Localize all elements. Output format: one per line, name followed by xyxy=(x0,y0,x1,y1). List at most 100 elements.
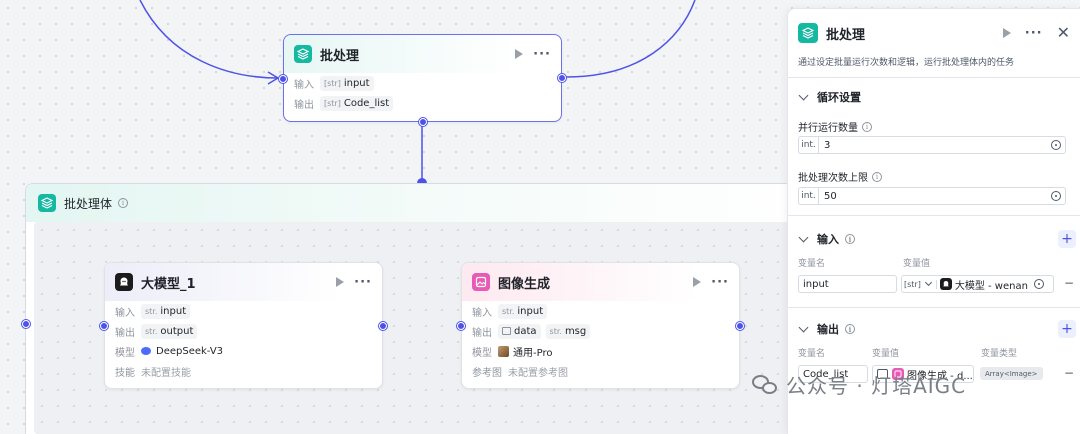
input-var-name-field[interactable]: input xyxy=(798,275,897,293)
remove-output-icon[interactable]: − xyxy=(1064,366,1074,380)
image-model-row: 模型 通用-Pro xyxy=(462,341,739,361)
layers-icon xyxy=(798,23,818,43)
llm-model-row: 模型 DeepSeek-V3 xyxy=(105,341,382,361)
remove-input-icon[interactable]: − xyxy=(1064,276,1074,290)
chevron-down-icon[interactable] xyxy=(798,90,809,100)
panel-description: 通过设定批量运行次数和逻辑，运行批处理体内的任务 xyxy=(798,58,1015,68)
batch-node[interactable]: 批处理 ··· 输入 [str] input 输出 [str] Code_list xyxy=(279,34,566,126)
run-icon[interactable] xyxy=(1002,28,1011,38)
info-icon[interactable]: i xyxy=(872,171,882,182)
run-icon[interactable] xyxy=(336,277,345,287)
skill-value: 未配置技能 xyxy=(141,367,191,379)
info-icon[interactable]: i xyxy=(118,198,129,208)
info-icon[interactable]: i xyxy=(862,121,872,132)
group-title: 批处理体 xyxy=(64,196,113,211)
image-gen-node[interactable]: 图像生成 ··· 输入 str. input 输出 data str. msg 模型… xyxy=(457,262,744,389)
more-icon[interactable]: ··· xyxy=(354,275,372,290)
input-tag: [str] input xyxy=(320,75,374,91)
output-tag: str. output xyxy=(141,323,198,339)
input-label: 输入 xyxy=(472,307,492,319)
input-section-header[interactable]: 输入 i + xyxy=(798,230,1076,248)
variable-ref-icon[interactable] xyxy=(1033,279,1044,289)
more-icon[interactable]: ··· xyxy=(711,275,729,290)
output-section-header[interactable]: 输出 i + xyxy=(798,320,1076,338)
llm-skill-row: 技能 未配置技能 xyxy=(105,361,382,381)
chevron-down-icon[interactable] xyxy=(798,322,809,332)
panel-title: 批处理 xyxy=(826,27,866,43)
type-prefix: int. xyxy=(799,137,819,153)
divider xyxy=(788,77,1080,78)
input-var-value-field[interactable]: [str] 大模型 - wenan xyxy=(901,275,1054,293)
info-icon[interactable]: i xyxy=(845,324,855,334)
type-text: [str] xyxy=(904,279,921,289)
type-marker: str. xyxy=(145,326,158,336)
type-select[interactable]: [str] xyxy=(904,278,937,289)
model-value: 通用-Pro xyxy=(513,347,553,359)
image-icon xyxy=(472,273,490,291)
output-port[interactable] xyxy=(379,322,387,330)
variable-ref-icon[interactable] xyxy=(1051,191,1061,201)
llm-input-row: 输入 str. input xyxy=(105,301,382,321)
batch-node-title: 批处理 xyxy=(320,48,360,64)
llm-node-title: 大模型_1 xyxy=(141,276,196,292)
max-batch-input[interactable]: int. 50 xyxy=(798,187,1066,205)
output-value: msg xyxy=(564,325,587,337)
output-label: 输出 xyxy=(472,327,492,339)
output-value: Code_list xyxy=(343,97,390,109)
output-port[interactable] xyxy=(558,74,566,82)
input-label: 输入 xyxy=(294,79,314,91)
layers-icon xyxy=(294,45,312,63)
chevron-down-icon[interactable] xyxy=(798,232,809,242)
info-icon[interactable]: i xyxy=(845,234,855,244)
output-tag-data: data xyxy=(498,323,541,339)
run-icon[interactable] xyxy=(693,277,702,287)
output-value: data xyxy=(514,325,537,337)
body-port[interactable] xyxy=(419,118,427,126)
output-tag: [str] Code_list xyxy=(320,95,394,111)
variable-ref-value: 大模型 - wenan xyxy=(954,280,1028,292)
col-var-value: 变量值 xyxy=(903,259,931,269)
more-icon[interactable]: ··· xyxy=(1025,26,1043,41)
input-port[interactable] xyxy=(100,322,108,330)
more-icon[interactable]: ··· xyxy=(533,47,551,62)
max-batch-label: 批处理次数上限 i xyxy=(798,169,882,184)
input-value: input xyxy=(517,305,544,317)
label-text: 批处理次数上限 xyxy=(798,173,868,184)
image-ref-row: 参考图 未配置参考图 xyxy=(462,361,739,381)
model-label: 模型 xyxy=(472,347,492,359)
llm-node[interactable]: 大模型_1 ··· 输入 str. input 输出 str. output 模型 … xyxy=(100,262,387,389)
add-output-button[interactable]: + xyxy=(1058,320,1076,338)
batch-node-header: 批处理 ··· xyxy=(284,35,561,73)
type-marker: str. xyxy=(145,306,158,316)
section-title: 输出 xyxy=(817,323,839,336)
type-marker: [str] xyxy=(324,98,341,108)
panel-header: 批处理 ··· ✕ xyxy=(798,23,1070,43)
input-port[interactable] xyxy=(279,75,287,83)
close-icon[interactable]: ✕ xyxy=(1057,25,1070,41)
watermark-text: 公众号 · 灯塔AIGC xyxy=(786,374,967,398)
section-title: 循环设置 xyxy=(817,91,861,104)
run-icon[interactable] xyxy=(515,49,524,59)
output-label: 输出 xyxy=(115,327,135,339)
image-node-title: 图像生成 xyxy=(498,276,551,292)
layers-icon xyxy=(38,194,56,212)
output-tag-msg: str. msg xyxy=(545,323,591,339)
group-input-port[interactable] xyxy=(22,320,30,328)
output-port[interactable] xyxy=(736,322,744,330)
picture-icon xyxy=(502,327,511,335)
llm-output-row: 输出 str. output xyxy=(105,321,382,341)
divider xyxy=(788,307,1080,308)
loop-settings-header[interactable]: 循环设置 xyxy=(798,89,1076,105)
input-label: 输入 xyxy=(115,307,135,319)
add-input-button[interactable]: + xyxy=(1058,230,1076,248)
col-var-name: 变量名 xyxy=(798,349,826,359)
parallel-count-input[interactable]: int. 3 xyxy=(798,136,1066,154)
variable-ref-icon[interactable] xyxy=(1051,140,1061,150)
input-port[interactable] xyxy=(457,322,465,330)
watermark: 公众号 · 灯塔AIGC xyxy=(752,370,966,399)
divider xyxy=(788,215,1080,216)
llm-node-header: 大模型_1 ··· xyxy=(105,263,382,301)
col-var-name: 变量名 xyxy=(798,259,826,269)
ref-value: 未配置参考图 xyxy=(508,367,568,379)
input-value: input xyxy=(343,77,370,89)
